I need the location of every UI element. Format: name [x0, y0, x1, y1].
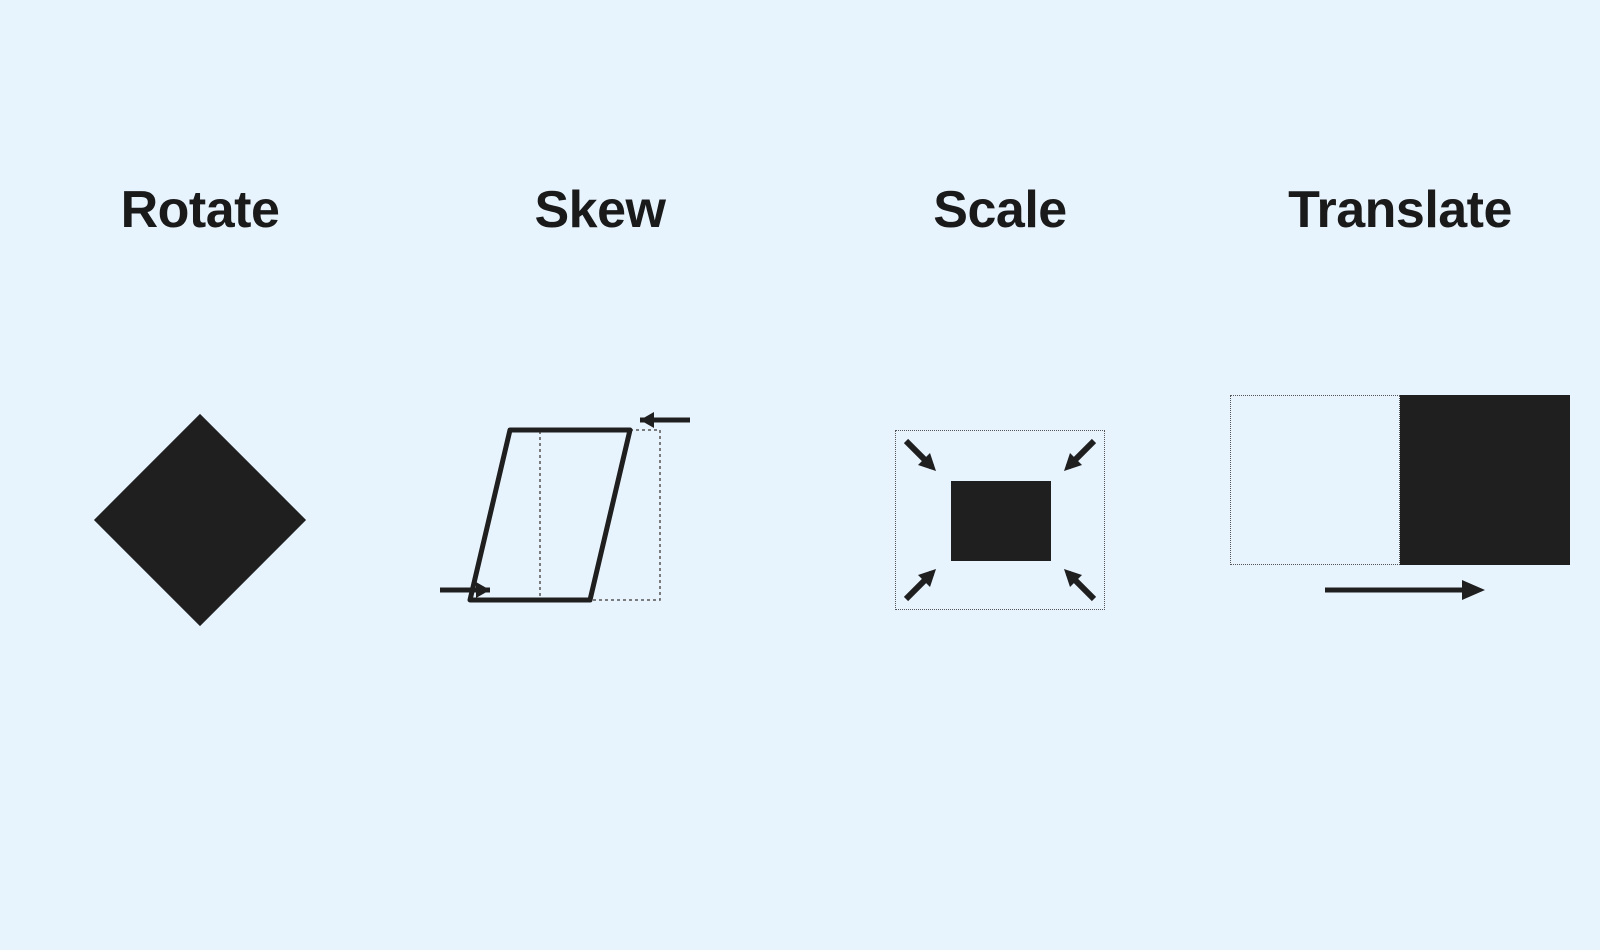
skew-diagram-icon: [430, 380, 770, 660]
rotate-label: Rotate: [121, 180, 280, 240]
scale-inner-box-icon: [951, 481, 1051, 561]
arrow-left-icon: [640, 412, 690, 428]
arrow-right-icon: [440, 582, 490, 598]
scale-panel: Scale: [820, 180, 1180, 660]
arrow-diag-in-icon: [902, 558, 947, 603]
arrow-right-icon: [1320, 575, 1490, 605]
translate-figure: [1230, 380, 1570, 660]
arrow-diag-in-icon: [1053, 558, 1098, 603]
rotate-square-icon: [94, 414, 306, 626]
translate-label: Translate: [1288, 180, 1512, 240]
arrow-diag-in-icon: [902, 437, 947, 482]
scale-outer-box: [895, 430, 1105, 610]
translate-panel: Translate: [1220, 180, 1580, 660]
scale-figure: [830, 380, 1170, 660]
rotate-panel: Rotate: [20, 180, 380, 660]
scale-label: Scale: [933, 180, 1066, 240]
skew-figure: [430, 380, 770, 660]
arrow-diag-in-icon: [1053, 437, 1098, 482]
translate-ghost-box: [1230, 395, 1400, 565]
rotate-figure: [30, 380, 370, 660]
skew-label: Skew: [535, 180, 666, 240]
translate-solid-box-icon: [1400, 395, 1570, 565]
skew-panel: Skew: [420, 180, 780, 660]
